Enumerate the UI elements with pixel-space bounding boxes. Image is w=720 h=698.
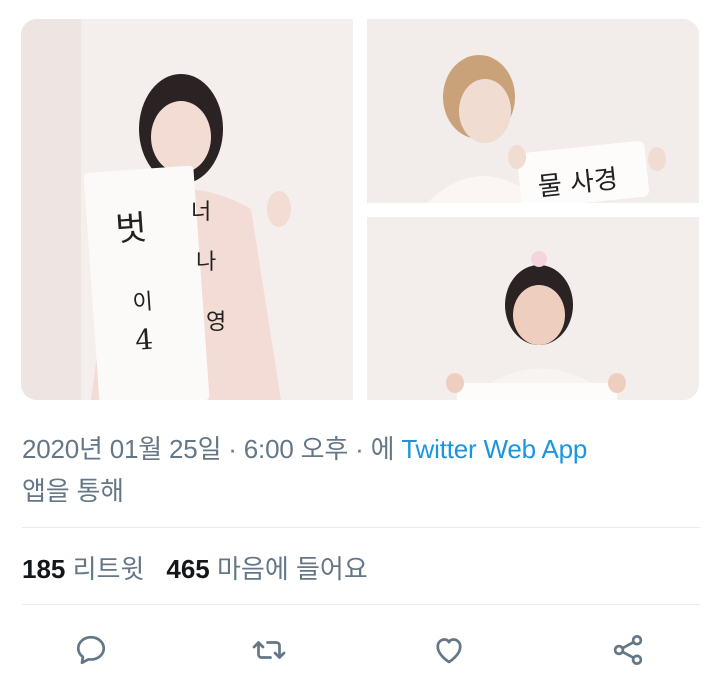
tweet-timestamp[interactable]: 2020년 01월 25일 · 6:00 오후 · 에: [22, 434, 401, 464]
media-photo-3[interactable]: [367, 217, 699, 400]
reply-icon: [76, 635, 106, 665]
likes-label: 마음에 들어요: [209, 554, 368, 584]
tweet-meta: 2020년 01월 25일 · 6:00 오후 · 에 Twitter Web …: [22, 428, 702, 512]
svg-text:이: 이: [132, 290, 154, 316]
svg-text:벗: 벗: [114, 208, 148, 250]
heart-icon: [436, 638, 462, 664]
media-photo-2[interactable]: 물 사경: [367, 19, 699, 203]
tweet-source-link[interactable]: Twitter Web App: [401, 434, 587, 464]
photo-3-image: [367, 217, 699, 400]
photo-1-image: 벗 이 4 너 나 영: [21, 19, 353, 400]
svg-text:너: 너: [191, 200, 211, 225]
svg-text:영: 영: [206, 310, 226, 335]
divider-bottom: [22, 604, 700, 605]
tweet-actions: [0, 628, 720, 672]
tweet-stats: 185 리트윗 465 마음에 들어요: [22, 549, 368, 589]
svg-text:4: 4: [134, 323, 154, 357]
share-button[interactable]: [606, 628, 650, 672]
media-photo-1[interactable]: 벗 이 4 너 나 영: [21, 19, 353, 400]
svg-text:나: 나: [196, 250, 216, 275]
retweets-count: 185: [22, 554, 66, 584]
media-grid: 벗 이 4 너 나 영 물 사경: [21, 19, 699, 400]
retweets-label: 리트윗: [65, 554, 145, 584]
likes-stat[interactable]: 465 마음에 들어요: [166, 554, 367, 584]
divider-top: [22, 527, 700, 528]
photo-2-image: 물 사경: [367, 19, 699, 203]
share-icon: [613, 635, 643, 665]
retweets-stat[interactable]: 185 리트윗: [22, 554, 144, 584]
tweet-source-suffix: 앱을 통해: [22, 476, 124, 506]
likes-count: 465: [166, 554, 210, 584]
retweet-icon: [252, 641, 286, 659]
reply-button[interactable]: [69, 628, 113, 672]
like-button[interactable]: [427, 628, 471, 672]
retweet-button[interactable]: [247, 628, 291, 672]
